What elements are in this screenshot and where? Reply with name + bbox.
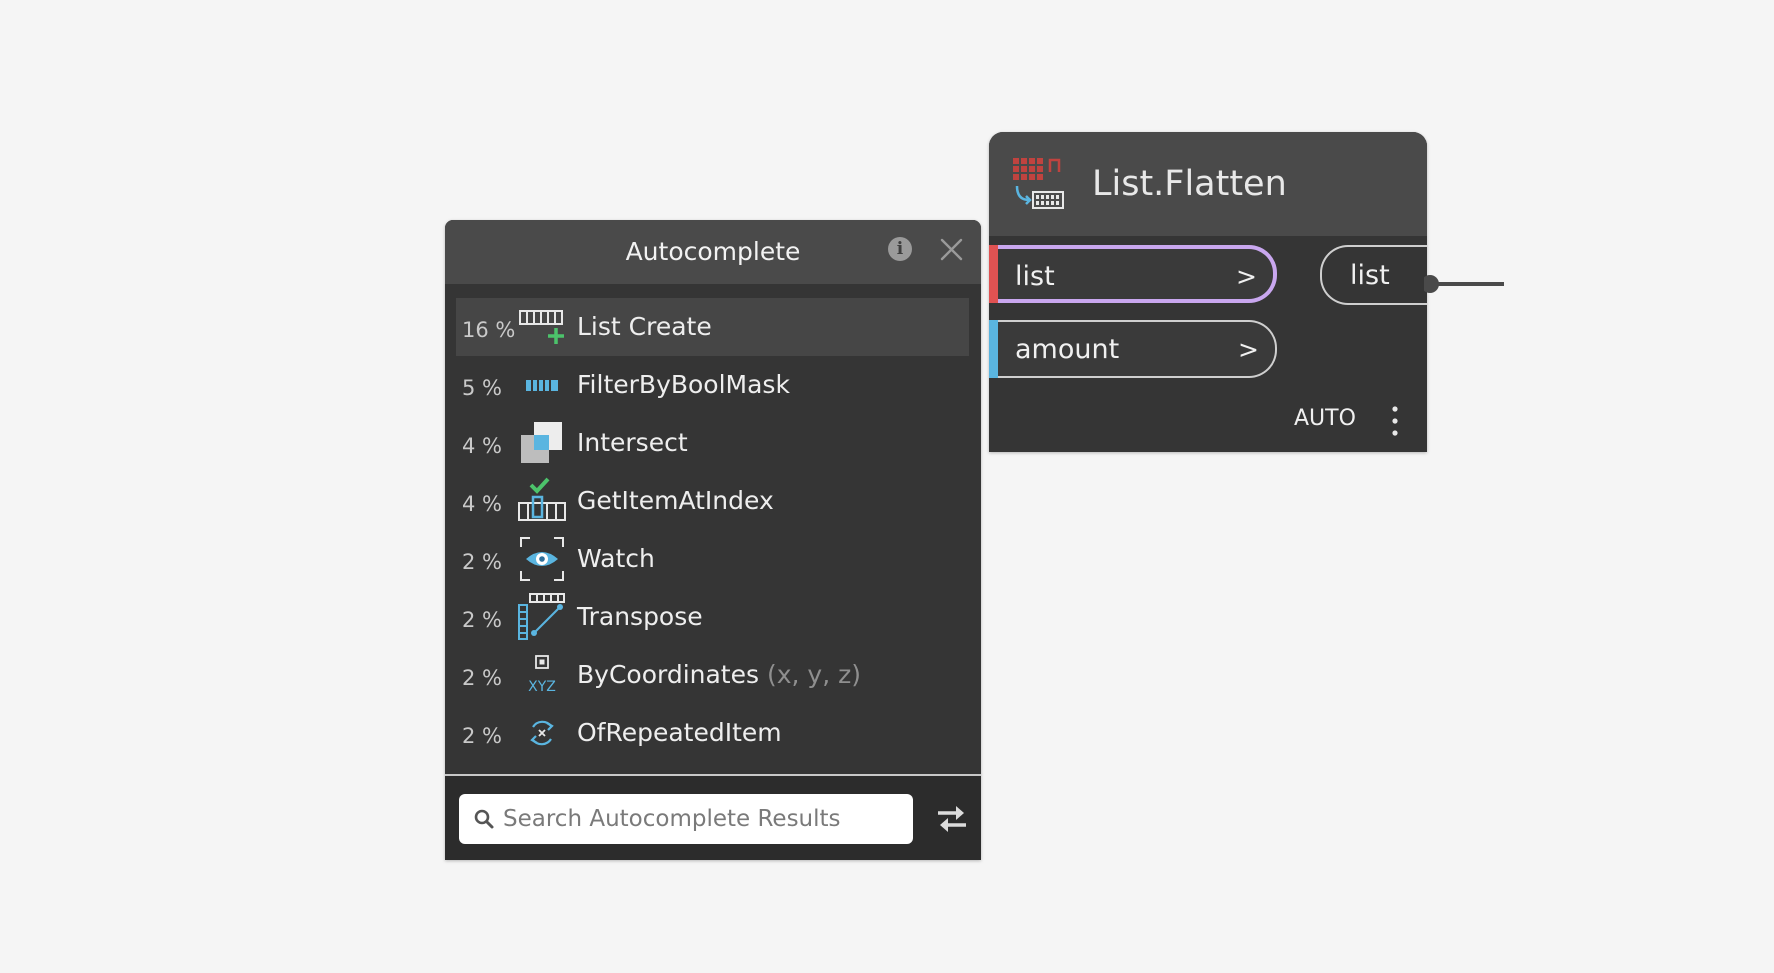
transpose-icon [518, 593, 565, 640]
port-name: list [1015, 261, 1055, 292]
result-item-intersect[interactable]: 4 % Intersect [456, 414, 969, 472]
list-flatten-node[interactable]: List.Flatten list > amount > list AUTO [989, 132, 1427, 452]
filter-by-bool-mask-icon [526, 380, 558, 391]
intersect-icon [521, 422, 562, 463]
result-label: Transpose [577, 602, 703, 631]
result-label: OfRepeatedItem [577, 718, 782, 747]
node-header[interactable]: List.Flatten [989, 132, 1427, 236]
result-item-watch[interactable]: 2 % Watch [456, 530, 969, 588]
of-repeated-item-icon [530, 720, 554, 746]
result-label: ByCoordinates (x, y, z) [577, 660, 861, 689]
result-item-transpose[interactable]: 2 % Transpose [456, 588, 969, 646]
port-color-bar [989, 245, 998, 303]
result-item-filter-by-bool-mask[interactable]: 5 % FilterByBoolMask [456, 356, 969, 414]
result-item-by-coordinates[interactable]: 2 % XYZ ByCoordinates (x, y, z) [456, 646, 969, 704]
output-port-list[interactable]: list [1320, 245, 1427, 305]
output-wire[interactable] [1424, 270, 1504, 298]
result-label: GetItemAtIndex [577, 486, 774, 515]
result-item-get-item-at-index[interactable]: 4 % GetItemAtIndex [456, 472, 969, 530]
list-create-icon [519, 310, 564, 344]
search-box [459, 794, 913, 844]
by-coordinates-icon: XYZ [528, 655, 556, 695]
result-percent: 16 % [462, 318, 516, 342]
port-name: amount [1015, 334, 1120, 365]
swap-arrows-icon[interactable] [935, 802, 969, 836]
get-item-at-index-icon [518, 477, 566, 521]
info-icon[interactable]: i [888, 237, 912, 261]
result-percent: 2 % [462, 550, 502, 574]
watch-icon [520, 537, 564, 581]
input-port-amount[interactable]: amount > [989, 320, 1277, 378]
svg-text:XYZ: XYZ [528, 679, 556, 695]
more-options-icon[interactable] [1389, 404, 1401, 438]
port-color-bar [989, 320, 998, 378]
search-icon [474, 809, 494, 829]
port-arrow: > [1236, 262, 1257, 291]
result-percent: 5 % [462, 376, 502, 400]
result-item-of-repeated-item[interactable]: 2 % OfRepeatedItem [456, 704, 969, 762]
port-name: list [1350, 260, 1390, 291]
result-args: (x, y, z) [766, 660, 861, 689]
result-percent: 2 % [462, 608, 502, 632]
autocomplete-header: Autocomplete i [445, 220, 981, 284]
search-input[interactable] [503, 794, 903, 844]
result-label: FilterByBoolMask [577, 370, 790, 399]
lacing-indicator[interactable]: AUTO [1294, 406, 1356, 432]
port-arrow: > [1238, 335, 1259, 364]
result-item-list-create[interactable]: 16 % List Create [456, 298, 969, 356]
result-label: List Create [577, 312, 712, 341]
node-title: List.Flatten [1092, 164, 1287, 204]
result-label: Intersect [577, 428, 688, 457]
input-port-list[interactable]: list > [989, 245, 1277, 303]
close-icon[interactable] [939, 237, 964, 262]
result-percent: 2 % [462, 666, 502, 690]
autocomplete-search-bar [445, 774, 981, 860]
result-percent: 4 % [462, 434, 502, 458]
result-percent: 4 % [462, 492, 502, 516]
autocomplete-panel: Autocomplete i 16 % List Create 5 % Filt… [445, 220, 981, 860]
list-flatten-icon [1013, 158, 1064, 209]
result-percent: 2 % [462, 724, 502, 748]
result-label: Watch [577, 544, 655, 573]
